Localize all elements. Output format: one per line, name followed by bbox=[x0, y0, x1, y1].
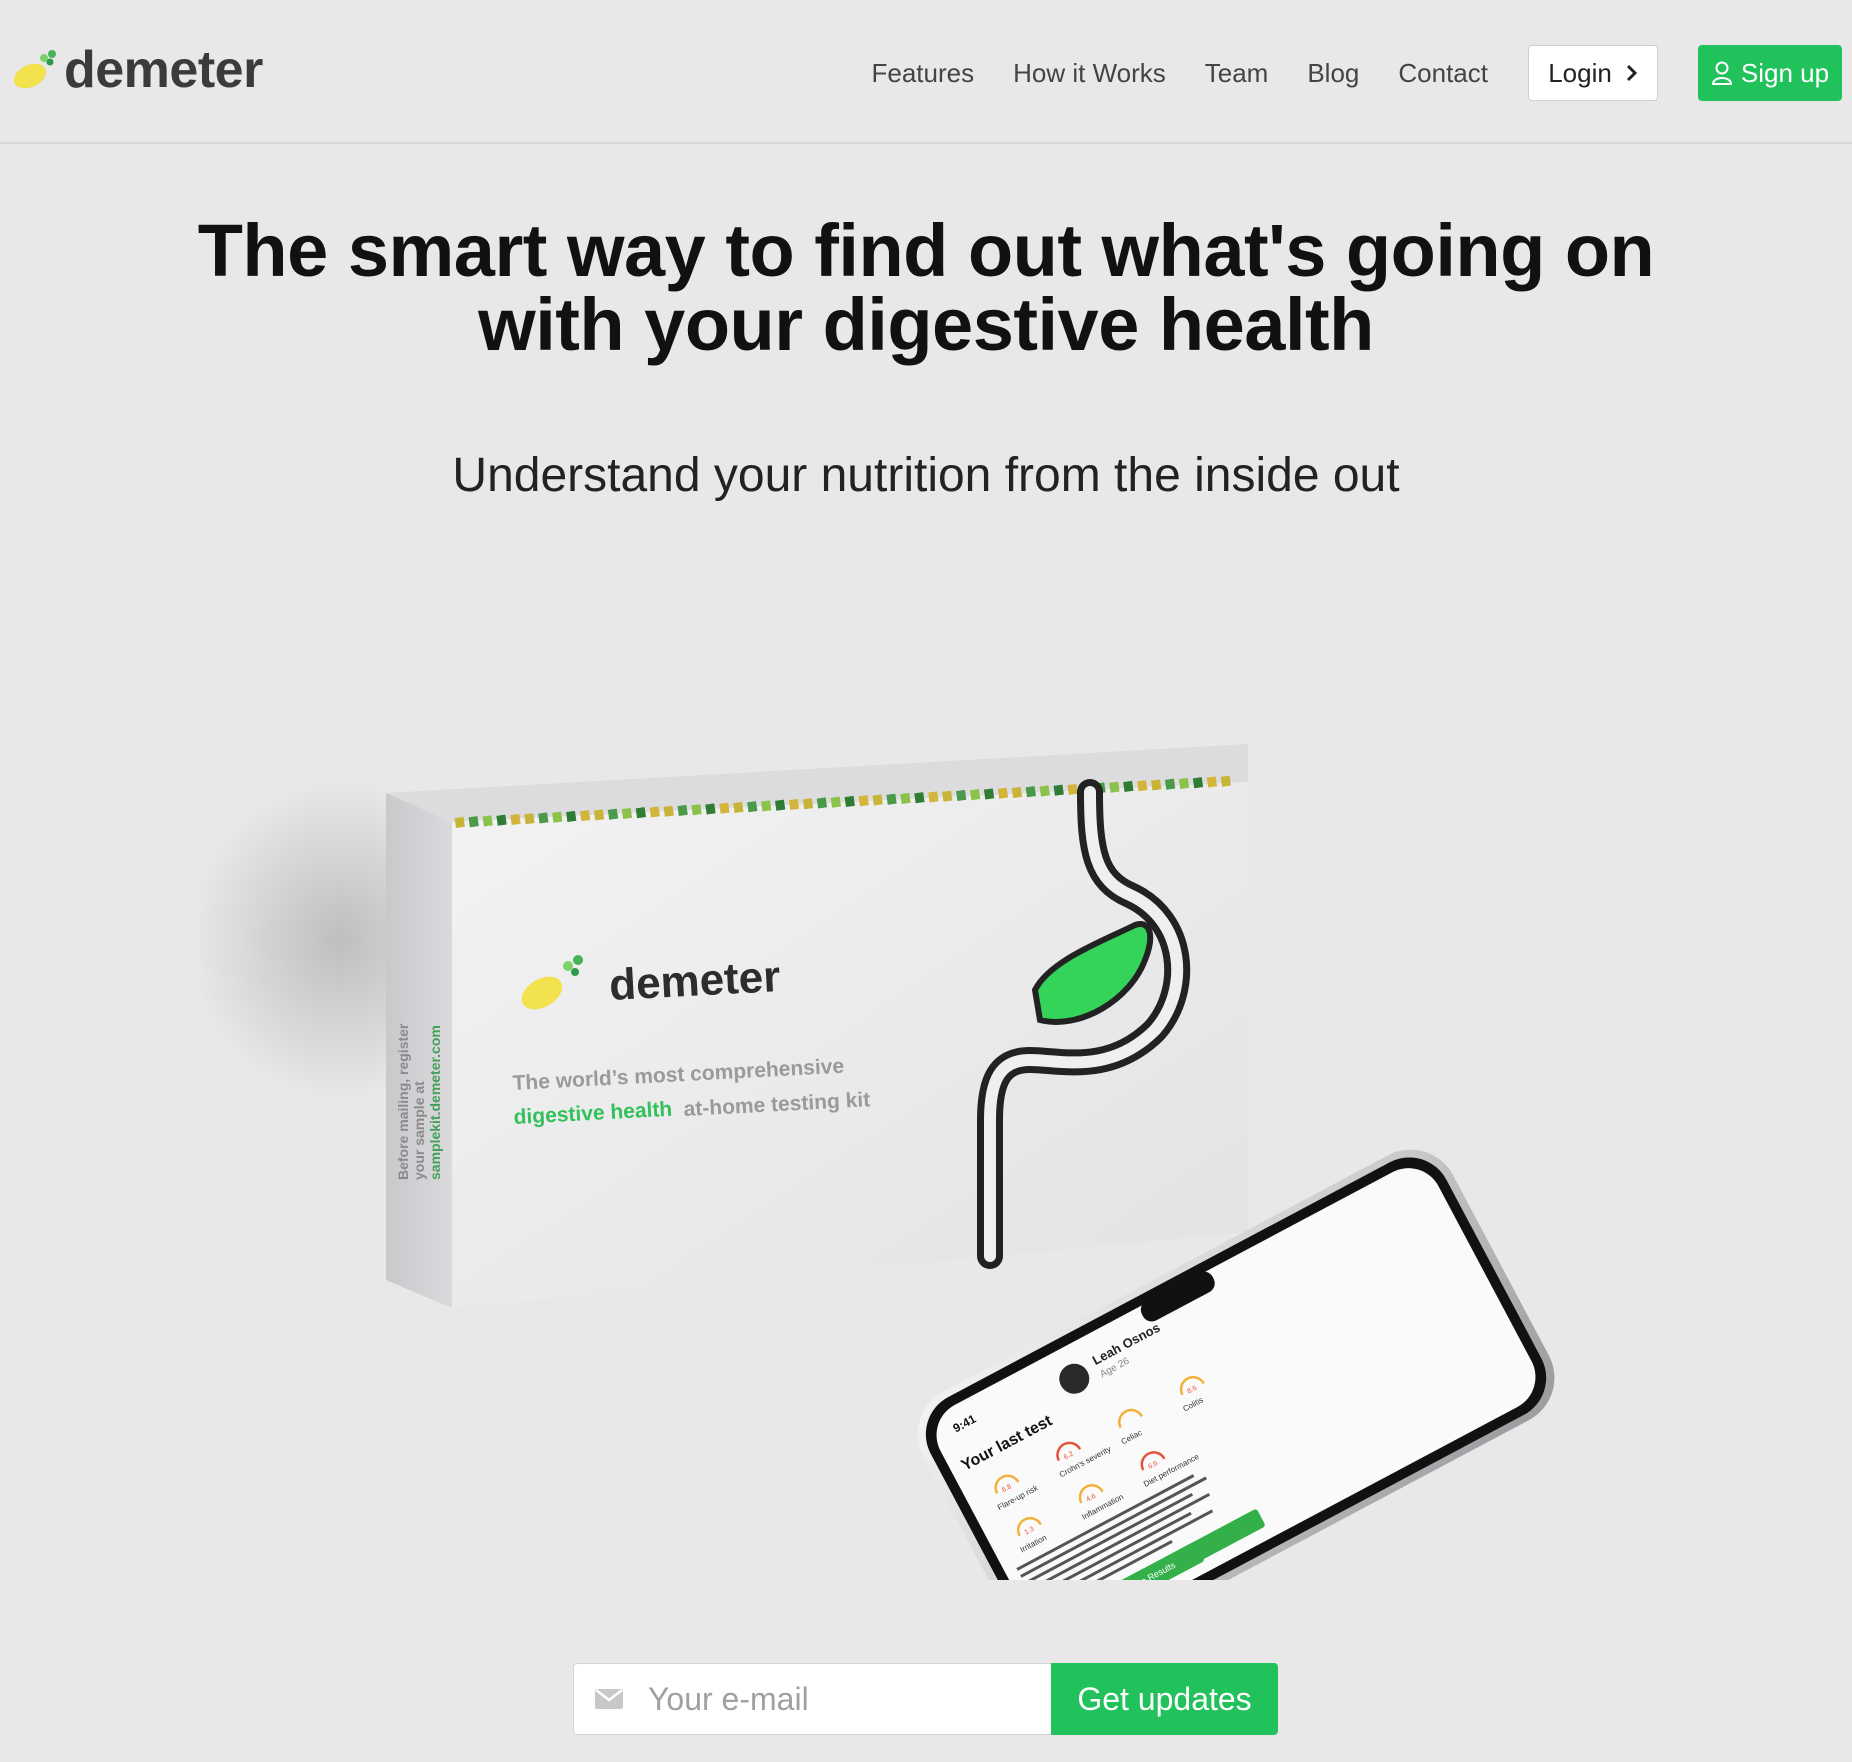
nav-link-contact[interactable]: Contact bbox=[1398, 60, 1488, 86]
stripe-mark bbox=[454, 816, 465, 828]
box-brand-name: demeter bbox=[608, 952, 782, 1010]
stripe-mark bbox=[524, 813, 535, 825]
box-side-url: samplekit.demeter.com bbox=[427, 1025, 443, 1180]
stripe-mark bbox=[900, 792, 911, 804]
nav-link-how-it-works[interactable]: How it Works bbox=[1013, 60, 1166, 86]
stripe-mark bbox=[983, 788, 995, 800]
stripe-mark bbox=[635, 807, 646, 819]
main-nav: Features How it Works Team Blog Contact … bbox=[872, 45, 1852, 101]
stripe-mark bbox=[482, 815, 493, 827]
title-line-1: The smart way to find out what's going o… bbox=[197, 209, 1655, 292]
stripe-mark bbox=[788, 798, 800, 810]
stripe-mark bbox=[691, 804, 702, 816]
user-icon bbox=[1711, 61, 1732, 85]
stripe-mark bbox=[1053, 784, 1064, 796]
brand-logo[interactable]: demeter bbox=[10, 40, 263, 100]
logo-icon bbox=[13, 50, 56, 89]
login-label: Login bbox=[1548, 57, 1612, 88]
stripe-mark bbox=[914, 792, 925, 804]
stripe-mark bbox=[1192, 777, 1204, 789]
stripe-mark bbox=[774, 799, 786, 811]
stripe-mark bbox=[663, 805, 674, 817]
stripe-mark bbox=[747, 801, 758, 813]
envelope-icon bbox=[595, 1689, 623, 1709]
stripe-mark bbox=[468, 816, 479, 828]
login-button[interactable]: Login bbox=[1528, 45, 1658, 101]
email-input[interactable] bbox=[648, 1680, 1028, 1718]
stripe-mark bbox=[593, 809, 605, 821]
stripe-mark bbox=[1151, 779, 1162, 791]
stripe-mark bbox=[552, 811, 563, 823]
stripe-mark bbox=[649, 806, 660, 818]
email-signup-form: Get updates bbox=[573, 1663, 1278, 1735]
landing-page: demeter Features How it Works Team Blog … bbox=[0, 0, 1852, 1762]
stripe-mark bbox=[969, 789, 981, 801]
signup-label: Sign up bbox=[1740, 57, 1830, 88]
test-kit-box: demeter The world’s most comprehensive d… bbox=[386, 744, 1248, 1308]
stripe-mark bbox=[1025, 786, 1036, 798]
stripe-mark bbox=[733, 801, 744, 813]
stripe-mark bbox=[942, 790, 953, 802]
stripe-mark bbox=[621, 807, 633, 819]
stripe-mark bbox=[566, 810, 577, 822]
nav-link-team[interactable]: Team bbox=[1205, 60, 1269, 86]
page-title: The smart way to find out what's going o… bbox=[0, 214, 1852, 362]
nav-link-blog[interactable]: Blog bbox=[1307, 60, 1359, 86]
chevron-right-icon bbox=[1626, 64, 1637, 82]
stripe-mark bbox=[997, 787, 1009, 799]
stripe-mark bbox=[956, 789, 967, 801]
stripe-mark bbox=[1178, 777, 1190, 789]
stripe-mark bbox=[872, 794, 883, 806]
stripe-mark bbox=[510, 813, 521, 825]
stripe-mark bbox=[496, 814, 507, 826]
stripe-mark bbox=[1067, 783, 1078, 795]
stripe-mark bbox=[1220, 775, 1231, 787]
nav-link-features[interactable]: Features bbox=[872, 60, 975, 86]
brand-name: demeter bbox=[64, 41, 263, 99]
signup-button[interactable]: Sign up bbox=[1698, 45, 1842, 101]
stripe-mark bbox=[607, 808, 619, 820]
stripe-mark bbox=[886, 793, 897, 805]
page-subtitle: Understand your nutrition from the insid… bbox=[452, 449, 1400, 502]
box-side-line2: your sample at bbox=[411, 1081, 427, 1180]
email-field-wrapper bbox=[573, 1663, 1051, 1735]
box-side-line1: Before mailing, register bbox=[395, 1023, 411, 1180]
stripe-mark bbox=[1206, 776, 1218, 788]
stripe-mark bbox=[677, 804, 688, 816]
stripe-mark bbox=[858, 795, 869, 807]
stripe-mark bbox=[830, 796, 841, 808]
product-illustration: demeter The world’s most comprehensive d… bbox=[200, 744, 1555, 1580]
stripe-mark bbox=[761, 800, 772, 812]
stripe-mark bbox=[816, 797, 828, 809]
stripe-mark bbox=[538, 812, 549, 824]
stripe-mark bbox=[719, 802, 730, 814]
stripe-mark bbox=[1164, 778, 1176, 790]
stripe-mark bbox=[844, 795, 855, 807]
title-line-2: with your digestive health bbox=[478, 283, 1374, 366]
stripe-mark bbox=[1137, 780, 1148, 792]
site-header: demeter Features How it Works Team Blog … bbox=[0, 0, 1852, 144]
stripe-mark bbox=[802, 798, 814, 810]
get-updates-button[interactable]: Get updates bbox=[1051, 1663, 1278, 1735]
stripe-mark bbox=[1011, 786, 1023, 798]
stripe-mark bbox=[579, 810, 591, 822]
stripe-mark bbox=[1123, 780, 1134, 793]
stripe-mark bbox=[1109, 781, 1120, 793]
stripe-mark bbox=[1039, 785, 1050, 797]
stripe-mark bbox=[705, 803, 716, 815]
stripe-mark bbox=[928, 791, 939, 803]
